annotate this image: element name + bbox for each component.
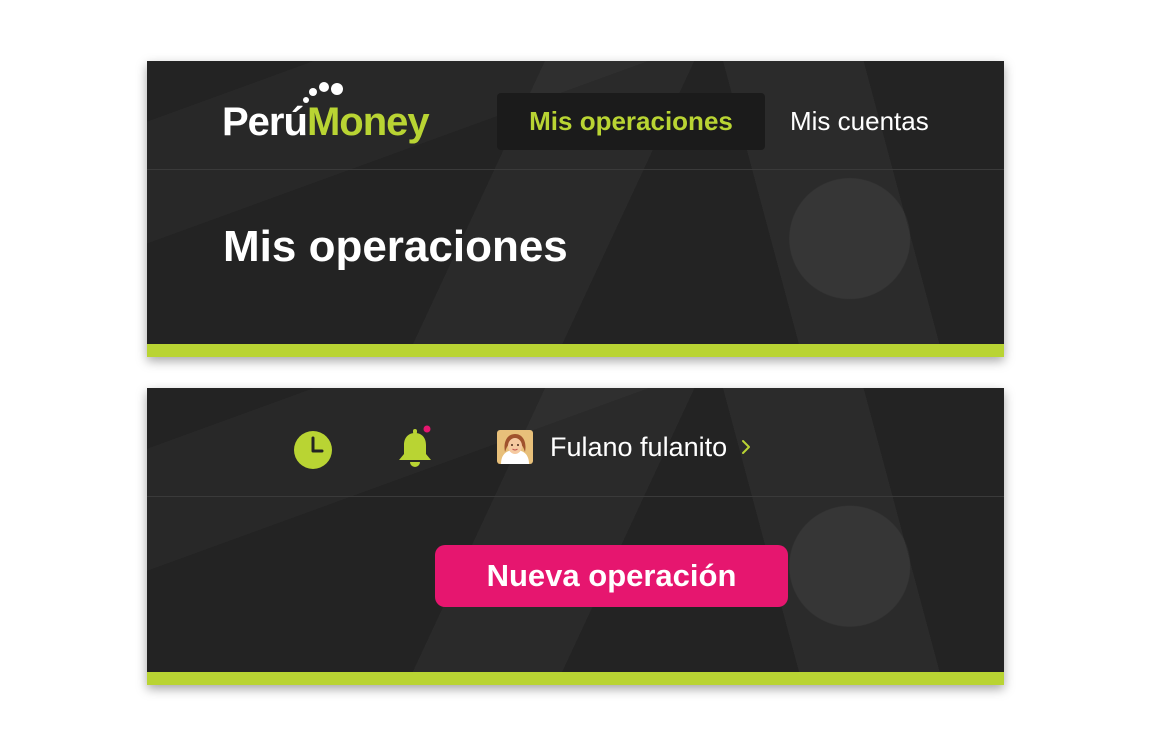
page-title: Mis operaciones — [223, 222, 568, 271]
new-operation-button[interactable]: Nueva operación — [435, 545, 788, 607]
bell-icon — [399, 425, 431, 467]
logo-text-money: Money — [306, 100, 430, 144]
user-panel-accent-bar — [147, 672, 1004, 685]
user-avatar-icon — [497, 430, 533, 464]
user-name: Fulano fulanito — [550, 431, 728, 462]
nav-mis-operaciones[interactable]: Mis operaciones — [497, 93, 765, 150]
notification-dot — [423, 425, 431, 433]
brand-logo[interactable]: PerúMoney — [222, 82, 462, 149]
user-profile-link[interactable]: Fulano fulanito — [497, 428, 753, 466]
nav-mis-cuentas[interactable]: Mis cuentas — [790, 93, 929, 150]
user-panel-divider — [147, 496, 1004, 497]
header-divider — [147, 169, 1004, 170]
chevron-right-icon — [742, 440, 751, 454]
header-accent-bar — [147, 344, 1004, 357]
clock-icon — [294, 431, 332, 469]
history-button[interactable] — [293, 430, 333, 475]
notifications-button[interactable] — [396, 424, 434, 475]
logo-text-peru: Perú — [222, 100, 308, 144]
avatar — [497, 430, 533, 464]
